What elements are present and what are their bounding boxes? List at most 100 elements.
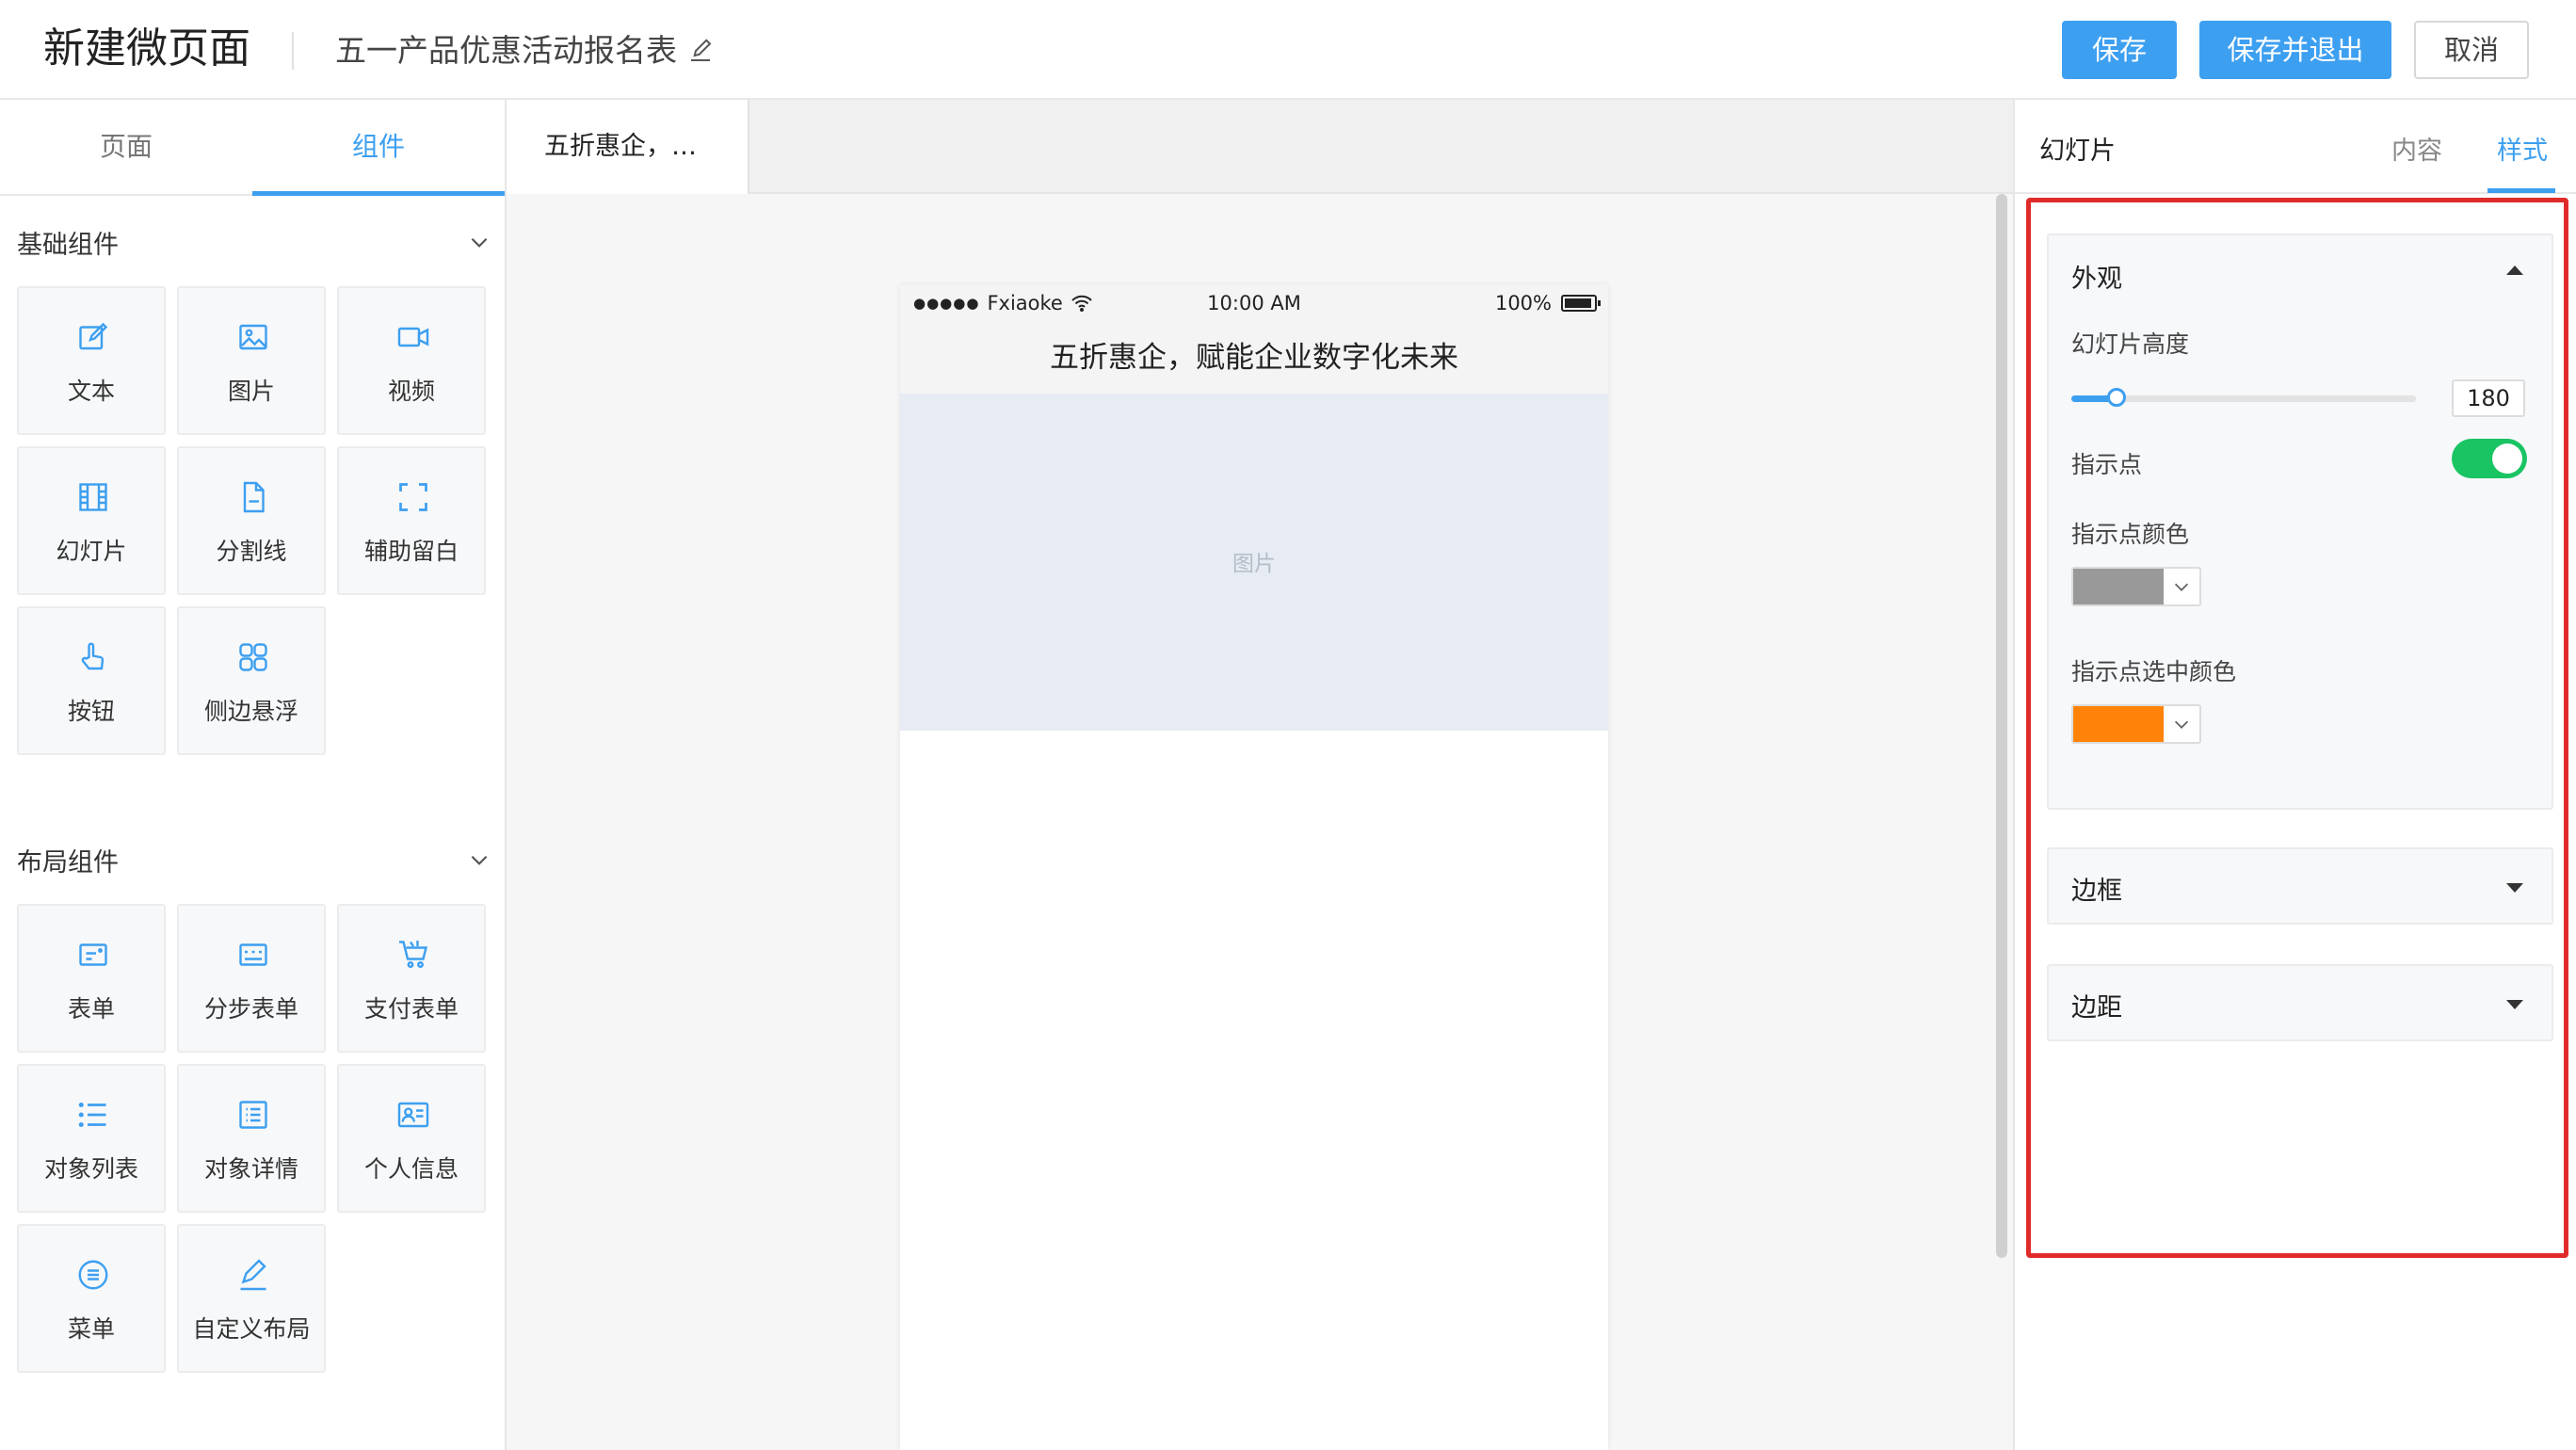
top-header: 新建微页面 五一产品优惠活动报名表 保存 保存并退出 取消 [0, 0, 2576, 100]
border-section[interactable]: 边框 [2047, 847, 2553, 925]
component-custom-layout[interactable]: 自定义布局 [177, 1224, 326, 1373]
component-object-detail[interactable]: 对象详情 [177, 1064, 326, 1213]
component-label: 按钮 [67, 698, 115, 725]
slide-height-input[interactable]: 180 [2452, 379, 2525, 417]
component-step-form[interactable]: 分步表单 [177, 904, 326, 1053]
component-label: 图片 [227, 378, 275, 405]
component-divider[interactable]: 分割线 [177, 446, 326, 595]
component-text[interactable]: 文本 [17, 286, 166, 435]
chevron-down-icon [2174, 583, 2189, 591]
component-side-float[interactable]: 侧边悬浮 [177, 606, 326, 755]
component-label: 支付表单 [363, 995, 459, 1023]
battery-percent: 100% [1494, 292, 1552, 314]
dot-color-picker[interactable] [2071, 567, 2201, 606]
component-menu[interactable]: 菜单 [17, 1224, 166, 1373]
component-payment-form[interactable]: 支付表单 [337, 904, 486, 1053]
dot-color-swatch [2073, 569, 2164, 604]
cart-icon [399, 941, 428, 968]
page-subtitle[interactable]: 五一产品优惠活动报名表 [335, 30, 715, 72]
component-label: 幻灯片 [56, 538, 127, 565]
indicator-dots-toggle[interactable] [2452, 439, 2527, 478]
component-label: 对象列表 [43, 1155, 138, 1183]
expand-down-icon[interactable] [2506, 883, 2523, 893]
border-heading: 边框 [2071, 877, 2122, 906]
video-icon [397, 327, 429, 347]
header-divider [292, 32, 294, 70]
component-video[interactable]: 视频 [337, 286, 486, 435]
margin-section[interactable]: 边距 [2047, 964, 2553, 1041]
slide-height-label: 幻灯片高度 [2071, 330, 2190, 358]
component-label: 文本 [67, 378, 115, 405]
battery-status: 100% [1494, 292, 1601, 314]
phone-preview: ●●●●● Fxiaoke 10:00 AM 100% 五折惠企，赋能企业数字化… [900, 284, 1608, 1450]
component-label: 分割线 [216, 538, 287, 565]
whitespace-icon [399, 483, 427, 511]
component-label: 视频 [387, 378, 435, 405]
properties-header: 幻灯片 内容 样式 [2015, 100, 2576, 194]
appearance-section: 外观 幻灯片高度 180 指示点 指示点颜色 指示点选中颜色 [2047, 234, 2553, 810]
tab-content[interactable]: 内容 [2391, 130, 2442, 167]
canvas-scrollbar[interactable] [1996, 194, 2007, 1258]
component-label: 对象详情 [203, 1155, 298, 1183]
component-label: 表单 [67, 995, 115, 1023]
component-label: 菜单 [67, 1315, 115, 1343]
collapse-layout-chevron-icon[interactable] [467, 847, 491, 872]
indicator-dots-label: 指示点 [2071, 451, 2143, 478]
pen-icon [240, 1259, 266, 1291]
battery-icon [1561, 295, 1601, 312]
form-icon [79, 943, 107, 966]
layout-components-heading: 布局组件 [17, 848, 119, 878]
component-whitespace[interactable]: 辅助留白 [337, 446, 486, 595]
margin-heading: 边距 [2071, 993, 2122, 1023]
page-title: 新建微页面 [43, 24, 250, 72]
grid-icon [239, 643, 267, 671]
tab-style[interactable]: 样式 [2497, 130, 2548, 167]
collapse-basic-chevron-icon[interactable] [467, 230, 491, 254]
menu-icon [78, 1260, 108, 1290]
chevron-down-icon [2174, 720, 2189, 729]
component-object-list[interactable]: 对象列表 [17, 1064, 166, 1213]
save-button[interactable]: 保存 [2062, 21, 2177, 79]
active-tab-underline [2487, 188, 2555, 193]
cancel-button[interactable]: 取消 [2414, 21, 2529, 79]
component-panel: 页面 组件 基础组件 文本 图片 视频 幻灯片 分割线 辅助留白 按钮 侧边悬浮… [0, 100, 507, 1450]
image-placeholder-text: 图片 [1232, 552, 1276, 576]
profile-card-icon [397, 1102, 429, 1128]
appearance-heading[interactable]: 外观 [2071, 258, 2122, 295]
detail-icon [239, 1101, 267, 1129]
tap-icon [81, 642, 105, 670]
slides-icon [79, 483, 107, 511]
component-label: 自定义布局 [192, 1315, 311, 1343]
component-label: 侧边悬浮 [203, 698, 298, 725]
edit-icon [79, 322, 108, 350]
properties-title: 幻灯片 [2039, 137, 2116, 166]
component-image[interactable]: 图片 [177, 286, 326, 435]
edit-pencil-icon[interactable] [686, 37, 715, 65]
collapse-up-icon[interactable] [2506, 266, 2523, 275]
active-dot-color-picker[interactable] [2071, 704, 2201, 744]
component-label: 个人信息 [363, 1155, 459, 1183]
tab-components[interactable]: 组件 [252, 100, 505, 196]
expand-down-icon[interactable] [2506, 1000, 2523, 1009]
slide-height-slider-handle[interactable] [2107, 388, 2126, 407]
left-tabs: 页面 组件 [0, 100, 505, 196]
active-dot-color-swatch [2073, 706, 2164, 742]
page-subtitle-text: 五一产品优惠活动报名表 [335, 32, 677, 69]
component-form[interactable]: 表单 [17, 904, 166, 1053]
component-label: 辅助留白 [363, 538, 459, 565]
properties-panel: 幻灯片 内容 样式 外观 幻灯片高度 180 指示点 指示点颜色 指示点选中颜色… [2013, 100, 2576, 1450]
page-tabs-bar: 五折惠企，… [507, 100, 2013, 194]
phone-status-bar: ●●●●● Fxiaoke 10:00 AM 100% [900, 284, 1608, 322]
step-form-icon [239, 943, 267, 966]
tab-current-page[interactable]: 五折惠企，… [507, 100, 749, 194]
slideshow-component[interactable]: 图片 [900, 394, 1608, 731]
component-label: 分步表单 [203, 995, 298, 1023]
component-button[interactable]: 按钮 [17, 606, 166, 755]
dot-color-label: 指示点颜色 [2071, 521, 2190, 548]
tab-page[interactable]: 页面 [0, 100, 252, 194]
component-slides[interactable]: 幻灯片 [17, 446, 166, 595]
save-and-exit-button[interactable]: 保存并退出 [2199, 21, 2391, 79]
divider-icon [243, 481, 265, 513]
basic-components-heading: 基础组件 [17, 231, 119, 260]
component-personal-info[interactable]: 个人信息 [337, 1064, 486, 1213]
